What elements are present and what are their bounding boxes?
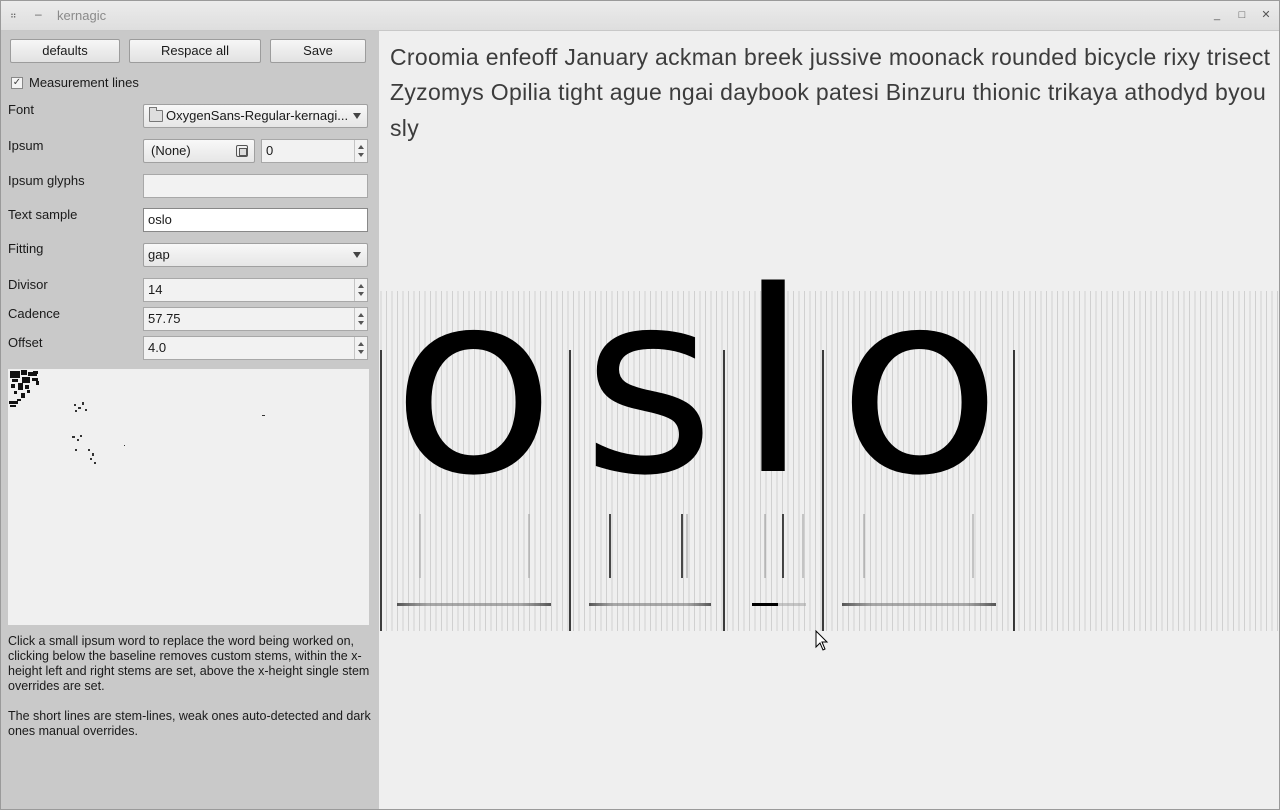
glyph-preview-bitmap [9, 370, 265, 464]
glyph-l[interactable]: l [737, 238, 809, 531]
offset-spinner[interactable]: 4.0 [143, 336, 368, 360]
gap-bars [397, 603, 996, 606]
chevron-up-icon[interactable] [358, 284, 364, 288]
font-value: OxygenSans-Regular-kernagi... [166, 108, 349, 123]
window-title: kernagic [57, 8, 107, 23]
ipsum-number-spinner[interactable]: 0 [261, 139, 368, 163]
cadence-stepper[interactable] [354, 308, 367, 330]
glyph-o-1[interactable]: o [391, 238, 556, 531]
measurement-lines-checkbox[interactable]: ✓ [11, 77, 23, 89]
app-window: ⠶ – kernagic _ □ ✕ defaults Respace all … [0, 0, 1280, 810]
save-button[interactable]: Save [270, 39, 366, 63]
gap-bar[interactable] [397, 603, 551, 606]
defaults-button[interactable]: defaults [10, 39, 120, 63]
gap-bar[interactable] [752, 603, 778, 606]
font-label: Font [8, 102, 35, 117]
measurement-lines-label: Measurement lines [29, 75, 139, 90]
chevron-down-icon[interactable] [358, 350, 364, 354]
cadence-spinner[interactable]: 57.75 [143, 307, 368, 331]
window-menu-icon[interactable]: ⠶ [10, 10, 20, 20]
offset-stepper[interactable] [354, 337, 367, 359]
chevron-down-icon [353, 113, 361, 119]
text-sample-label: Text sample [8, 207, 78, 222]
sidebar: defaults Respace all Save ✓ Measurement … [1, 31, 379, 809]
ipsum-number-stepper[interactable] [354, 140, 367, 162]
offset-value: 4.0 [148, 340, 167, 355]
ipsum-value: (None) [151, 143, 191, 158]
sample-view[interactable]: o s l o [379, 31, 1279, 809]
chevron-down-icon [353, 252, 361, 258]
titlebar[interactable]: ⠶ – kernagic _ □ ✕ [1, 1, 1279, 31]
close-icon[interactable]: ✕ [1258, 7, 1274, 23]
respace-all-button[interactable]: Respace all [129, 39, 261, 63]
ipsum-number-value: 0 [266, 143, 274, 158]
gap-bar[interactable] [778, 603, 806, 606]
glyph-preview[interactable] [8, 369, 369, 625]
shade-icon[interactable]: – [35, 7, 45, 21]
kerning-canvas[interactable]: Croomia enfeoff January ackman breek jus… [379, 31, 1279, 809]
ipsum-label: Ipsum [8, 138, 44, 153]
offset-label: Offset [8, 335, 43, 350]
sample-word[interactable]: o s l o [391, 238, 1002, 531]
gap-bar[interactable] [842, 603, 996, 606]
maximize-icon[interactable]: □ [1234, 7, 1250, 23]
clear-icon[interactable] [236, 145, 248, 157]
text-sample-input[interactable]: oslo [143, 208, 368, 232]
cadence-label: Cadence [8, 306, 61, 321]
folder-icon [149, 107, 163, 122]
divisor-value: 14 [148, 282, 163, 297]
divisor-spinner[interactable]: 14 [143, 278, 368, 302]
fitting-value: gap [148, 247, 170, 262]
fitting-select[interactable]: gap [143, 243, 368, 267]
chevron-down-icon[interactable] [358, 321, 364, 325]
divisor-label: Divisor [8, 277, 48, 292]
minimize-icon[interactable]: _ [1209, 7, 1225, 23]
chevron-down-icon[interactable] [358, 292, 364, 296]
help-text-2: The short lines are stem-lines, weak one… [8, 709, 371, 738]
fitting-label: Fitting [8, 241, 44, 256]
chevron-up-icon[interactable] [358, 342, 364, 346]
glyph-o-2[interactable]: o [837, 238, 1002, 531]
ipsum-chooser[interactable]: (None) [143, 139, 255, 163]
chevron-down-icon[interactable] [358, 153, 364, 157]
chevron-up-icon[interactable] [358, 313, 364, 317]
cadence-value: 57.75 [148, 311, 181, 326]
font-chooser[interactable]: OxygenSans-Regular-kernagi... [143, 104, 368, 128]
chevron-up-icon[interactable] [358, 145, 364, 149]
help-text-1: Click a small ipsum word to replace the … [8, 634, 370, 693]
glyph-s[interactable]: s [582, 238, 715, 531]
pointer-cursor-icon [815, 629, 829, 655]
divisor-stepper[interactable] [354, 279, 367, 301]
ipsum-glyphs-input[interactable] [143, 174, 368, 198]
gap-bar[interactable] [589, 603, 711, 606]
ipsum-glyphs-label: Ipsum glyphs [8, 173, 85, 188]
